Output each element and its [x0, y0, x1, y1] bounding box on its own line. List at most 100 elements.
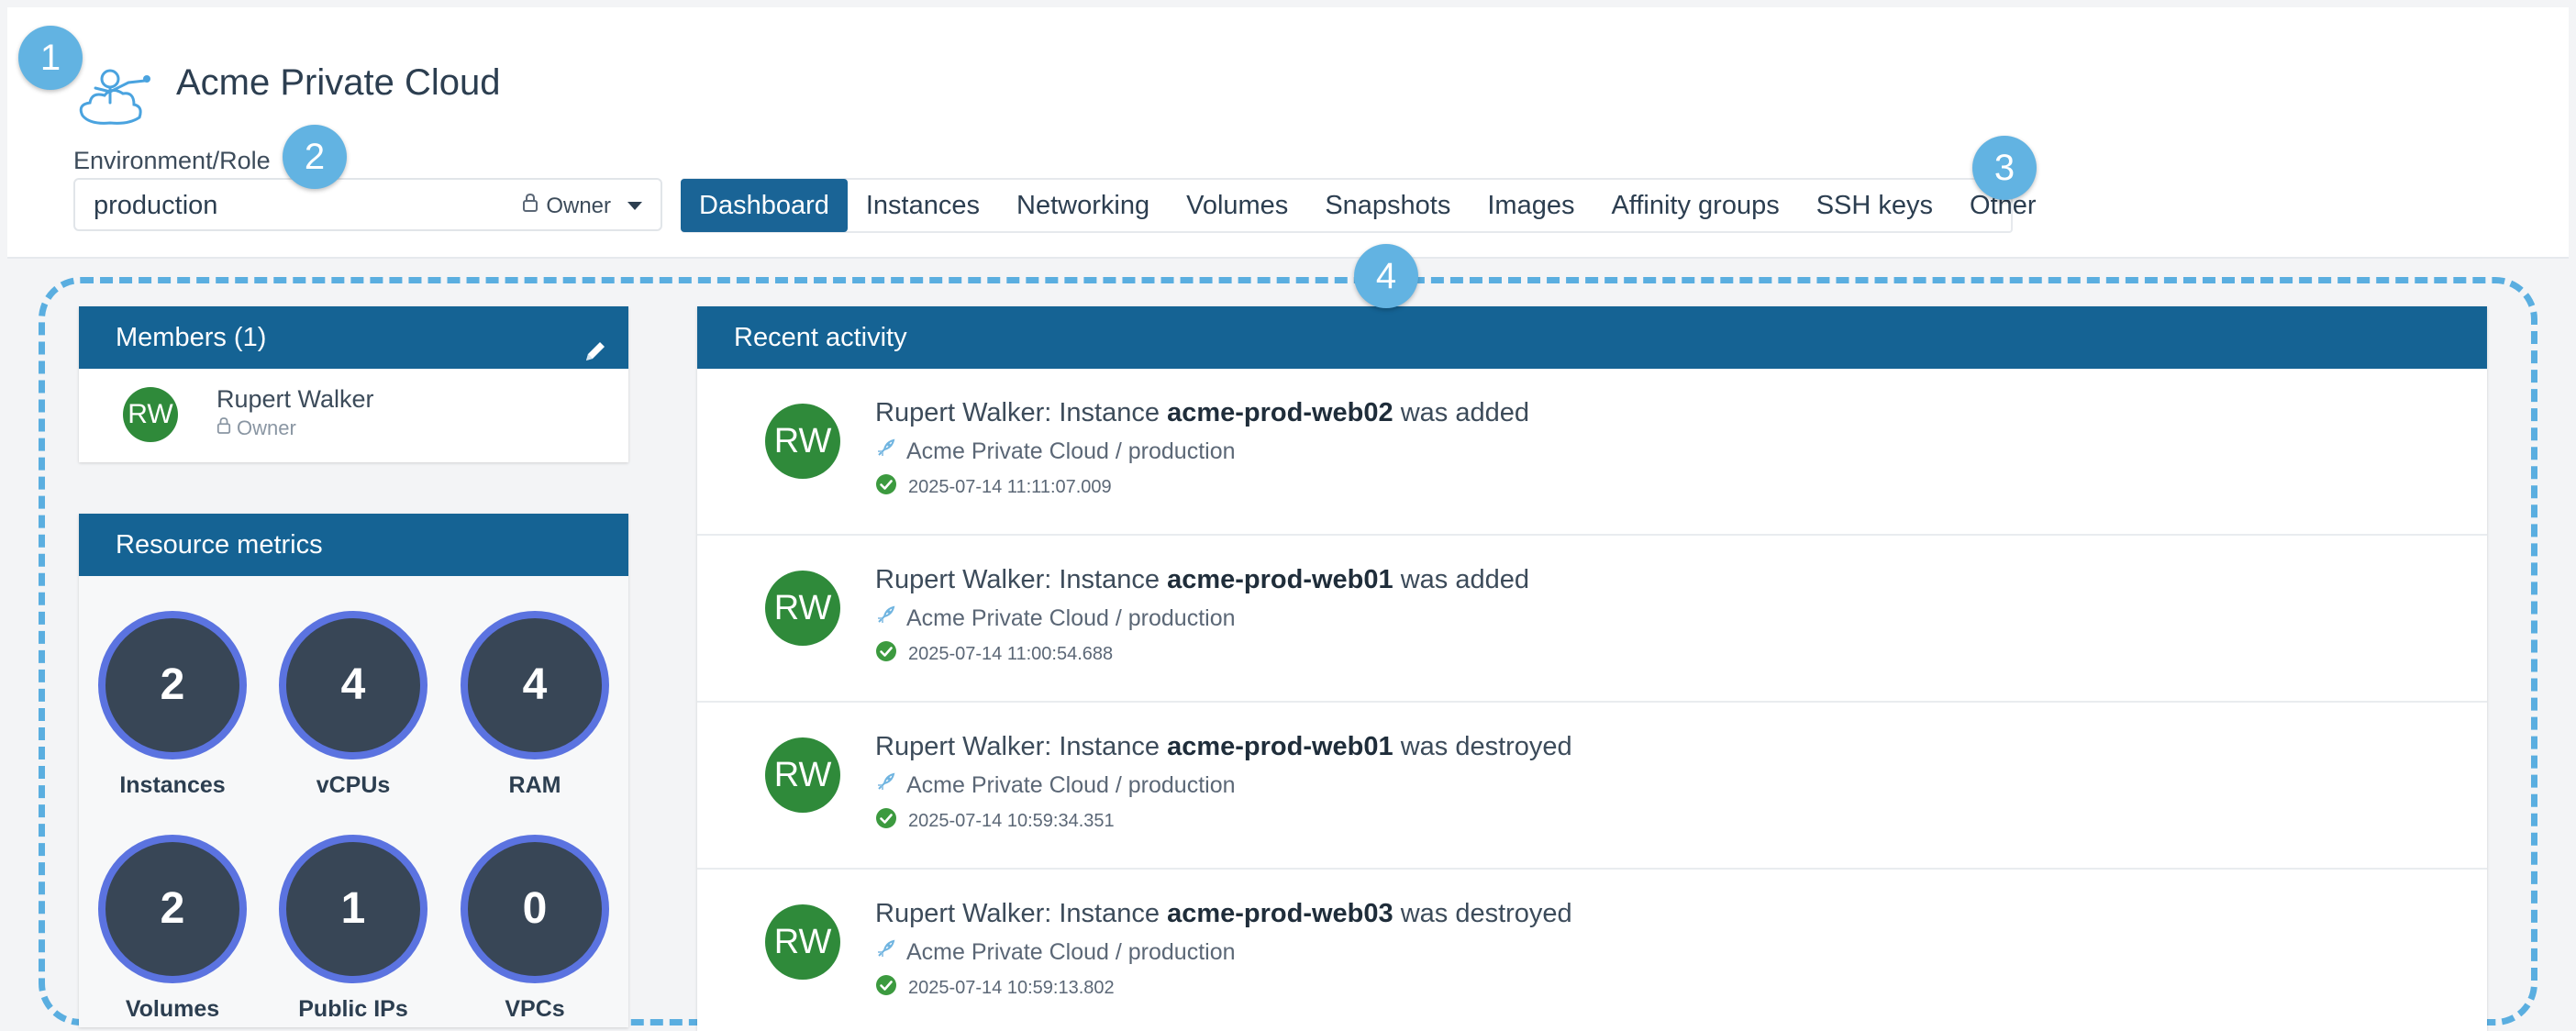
avatar: RW: [123, 387, 178, 442]
activity-header: Recent activity: [697, 306, 2487, 369]
environment-role-select[interactable]: production Owner: [73, 178, 662, 231]
lock-icon: [217, 416, 231, 440]
activity-title-text: Rupert Walker: Instance acme-prod-web01 …: [875, 732, 1572, 762]
activity-prefix: Rupert Walker: Instance: [875, 565, 1168, 594]
metric-value: 2: [98, 835, 247, 983]
metric-public-ips[interactable]: 1 Public IPs: [279, 835, 427, 1023]
metric-ram[interactable]: 4 RAM: [461, 611, 609, 799]
timestamp-text: 2025-07-14 11:00:54.688: [908, 643, 1114, 664]
tab-networking[interactable]: Networking: [998, 180, 1168, 231]
app-logo: [73, 61, 156, 134]
rocket-icon: [875, 939, 895, 966]
tab-affinity-groups[interactable]: Affinity groups: [1593, 180, 1797, 231]
top-bar: Acme Private Cloud Environment/Role prod…: [7, 7, 2569, 259]
instance-name[interactable]: acme-prod-web01: [1167, 732, 1393, 761]
members-panel: Members (1) RW Rupert Walker Owner: [79, 306, 628, 462]
metric-label: Instances: [119, 772, 226, 798]
activity-suffix: was added: [1393, 398, 1529, 427]
context-text: Acme Private Cloud / production: [906, 939, 1236, 965]
environment-value: production: [94, 191, 218, 220]
rocket-icon: [875, 772, 895, 799]
metric-value: 2: [98, 611, 247, 759]
activity-timestamp: 2025-07-14 10:59:34.351: [875, 807, 1115, 835]
activity-context: Acme Private Cloud / production: [875, 939, 1236, 966]
timestamp-text: 2025-07-14 11:11:07.009: [908, 476, 1112, 497]
member-role: Owner: [217, 416, 296, 440]
avatar: RW: [765, 904, 840, 980]
members-header: Members (1): [79, 306, 628, 369]
callout-badge-4: 4: [1354, 244, 1418, 308]
activity-item[interactable]: RW Rupert Walker: Instance acme-prod-web…: [697, 369, 2487, 536]
check-circle-icon: [875, 640, 897, 668]
check-circle-icon: [875, 807, 897, 835]
tab-snapshots[interactable]: Snapshots: [1306, 180, 1469, 231]
callout-badge-3: 3: [1972, 136, 2037, 200]
activity-context: Acme Private Cloud / production: [875, 772, 1236, 799]
rocket-icon: [875, 438, 895, 465]
avatar: RW: [765, 571, 840, 646]
role-dropdown[interactable]: Owner: [522, 193, 642, 219]
activity-prefix: Rupert Walker: Instance: [875, 732, 1168, 761]
activity-item[interactable]: RW Rupert Walker: Instance acme-prod-web…: [697, 703, 2487, 870]
instance-name[interactable]: acme-prod-web02: [1167, 398, 1393, 427]
activity-suffix: was added: [1393, 565, 1529, 594]
avatar: RW: [765, 404, 840, 479]
activity-prefix: Rupert Walker: Instance: [875, 899, 1168, 928]
metrics-title: Resource metrics: [116, 530, 323, 560]
activity-item[interactable]: RW Rupert Walker: Instance acme-prod-web…: [697, 870, 2487, 1031]
context-text: Acme Private Cloud / production: [906, 438, 1236, 464]
context-text: Acme Private Cloud / production: [906, 772, 1236, 798]
rocket-icon: [875, 605, 895, 632]
check-circle-icon: [875, 473, 897, 501]
metric-label: RAM: [508, 772, 561, 798]
lock-icon: [522, 193, 539, 219]
avatar: RW: [765, 737, 840, 813]
main-nav-tabs: Dashboard Instances Networking Volumes S…: [681, 178, 2037, 233]
timestamp-text: 2025-07-14 10:59:13.802: [908, 977, 1115, 998]
metric-vcpus[interactable]: 4 vCPUs: [279, 611, 427, 799]
members-title: Members (1): [116, 323, 267, 352]
metric-label: vCPUs: [316, 772, 391, 798]
context-text: Acme Private Cloud / production: [906, 605, 1236, 631]
tab-ssh-keys[interactable]: SSH keys: [1798, 180, 1951, 231]
app-title: Acme Private Cloud: [176, 62, 501, 103]
activity-title-text: Rupert Walker: Instance acme-prod-web03 …: [875, 899, 1572, 929]
activity-timestamp: 2025-07-14 11:11:07.009: [875, 473, 1112, 501]
instance-name[interactable]: acme-prod-web01: [1167, 565, 1393, 594]
pencil-icon[interactable]: [583, 325, 608, 360]
callout-badge-1: 1: [18, 26, 83, 90]
metric-value: 4: [279, 611, 427, 759]
check-circle-icon: [875, 974, 897, 1002]
callout-badge-2: 2: [283, 125, 347, 189]
recent-activity-panel: Recent activity RW Rupert Walker: Instan…: [697, 306, 2487, 1031]
role-label: Owner: [546, 193, 611, 218]
metric-value: 4: [461, 611, 609, 759]
activity-suffix: was destroyed: [1393, 732, 1572, 761]
metric-label: Public IPs: [298, 996, 408, 1022]
activity-timestamp: 2025-07-14 11:00:54.688: [875, 640, 1113, 668]
environment-role-label: Environment/Role: [73, 147, 271, 174]
chevron-down-icon: [627, 202, 642, 210]
tab-dashboard[interactable]: Dashboard: [681, 179, 848, 232]
tab-images[interactable]: Images: [1469, 180, 1593, 231]
tab-volumes[interactable]: Volumes: [1168, 180, 1306, 231]
timestamp-text: 2025-07-14 10:59:34.351: [908, 810, 1115, 831]
metric-volumes[interactable]: 2 Volumes: [98, 835, 247, 1023]
activity-context: Acme Private Cloud / production: [875, 438, 1236, 465]
metric-value: 0: [461, 835, 609, 983]
activity-item[interactable]: RW Rupert Walker: Instance acme-prod-web…: [697, 536, 2487, 703]
instance-name[interactable]: acme-prod-web03: [1167, 899, 1393, 928]
member-role-label: Owner: [237, 416, 296, 439]
metric-instances[interactable]: 2 Instances: [98, 611, 247, 799]
metrics-header: Resource metrics: [79, 514, 628, 576]
member-row[interactable]: RW Rupert Walker Owner: [79, 369, 628, 462]
activity-prefix: Rupert Walker: Instance: [875, 398, 1168, 427]
activity-title-text: Rupert Walker: Instance acme-prod-web01 …: [875, 565, 1529, 595]
metric-value: 1: [279, 835, 427, 983]
metric-vpcs[interactable]: 0 VPCs: [461, 835, 609, 1023]
tab-instances[interactable]: Instances: [848, 180, 998, 231]
metric-label: VPCs: [505, 996, 565, 1022]
resource-metrics-panel: Resource metrics 2 Instances 4 vCPUs 4 R…: [79, 514, 628, 1027]
activity-timestamp: 2025-07-14 10:59:13.802: [875, 974, 1115, 1002]
metric-label: Volumes: [125, 996, 220, 1022]
